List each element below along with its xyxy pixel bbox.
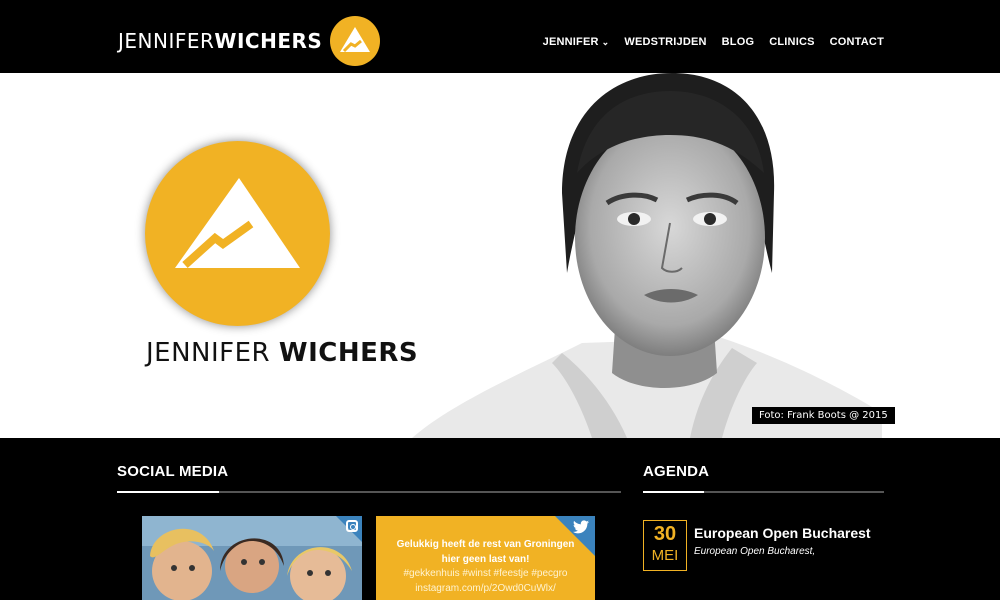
- tweet-message: Gelukkig heeft de rest van Groningen hie…: [396, 539, 575, 565]
- logo-text: JENNIFERWICHERS: [118, 29, 323, 53]
- social-media-divider: [117, 491, 621, 493]
- twitter-icon: [573, 520, 589, 537]
- event-month: MEI: [651, 547, 679, 564]
- nav-item-blog[interactable]: BLOG: [722, 36, 755, 48]
- nav-item-clinics[interactable]: CLINICS: [769, 36, 814, 48]
- portrait-photo: [412, 73, 882, 438]
- site-logo[interactable]: JENNIFERWICHERS: [118, 16, 381, 66]
- instagram-post[interactable]: [142, 516, 362, 600]
- instagram-icon: [346, 520, 358, 532]
- event-day: 30: [653, 523, 677, 545]
- tweet-link[interactable]: instagram.com/p/2Owd0CuWlx/: [390, 582, 581, 597]
- site-header: JENNIFERWICHERS JENNIFER ⌄ WEDSTRIJDEN BL…: [0, 0, 1000, 73]
- event-subtitle: European Open Bucharest,: [694, 546, 816, 557]
- event-title-link[interactable]: European Open Bucharest: [694, 525, 871, 541]
- event-date-badge: 30 MEI: [643, 520, 687, 571]
- agenda-divider: [643, 491, 884, 493]
- nav-item-contact[interactable]: CONTACT: [830, 36, 884, 48]
- nav-item-jennifer[interactable]: JENNIFER ⌄: [543, 36, 610, 48]
- chevron-down-icon: ⌄: [601, 36, 610, 47]
- mountain-logo-icon: [145, 141, 330, 326]
- tweet-text: Gelukkig heeft de rest van Groningen hie…: [376, 538, 595, 596]
- photo-credit: Foto: Frank Boots @ 2015: [752, 407, 895, 424]
- tweet-hashtags[interactable]: #gekkenhuis #winst #feestje #pecgro: [390, 567, 581, 582]
- main-nav: JENNIFER ⌄ WEDSTRIJDEN BLOG CLINICS CONTA…: [543, 36, 884, 48]
- mountain-logo-icon: [330, 16, 381, 66]
- agenda-title: AGENDA: [643, 463, 710, 480]
- social-media-title: SOCIAL MEDIA: [117, 463, 229, 480]
- instagram-photo: [142, 516, 362, 600]
- hero-name: JENNIFER WICHERS: [146, 338, 419, 368]
- hero-banner: JENNIFER WICHERS Foto: Frank Boots @ 201…: [0, 73, 1000, 438]
- tweet-post[interactable]: Gelukkig heeft de rest van Groningen hie…: [376, 516, 595, 600]
- nav-item-wedstrijden[interactable]: WEDSTRIJDEN: [624, 36, 706, 48]
